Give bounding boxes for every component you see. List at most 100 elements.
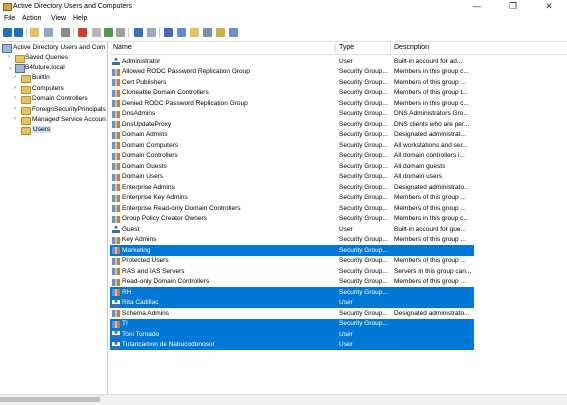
table-row[interactable]: DnsUpdateProxy Security Group... DNS clien… bbox=[110, 119, 474, 130]
row-type: Security Group... bbox=[339, 131, 388, 138]
table-row[interactable]: Protected Users Security Group... Members … bbox=[110, 256, 474, 267]
row-name: Marketing bbox=[122, 246, 151, 254]
table-row[interactable]: Key Admins Security Group... Members of th… bbox=[110, 235, 474, 246]
expand-arrow-icon[interactable]: › bbox=[14, 74, 16, 80]
refresh-icon[interactable] bbox=[104, 28, 113, 37]
menu-view[interactable]: View bbox=[51, 15, 66, 22]
menu-file[interactable]: File bbox=[4, 15, 15, 22]
back-icon[interactable] bbox=[3, 28, 12, 37]
forward-icon[interactable] bbox=[14, 28, 23, 37]
close-button[interactable]: ✕ bbox=[531, 0, 567, 14]
row-type: Security Group... bbox=[339, 152, 388, 159]
row-type: Security Group... bbox=[339, 89, 388, 96]
table-row[interactable]: Administrator User Built-in account for ad… bbox=[110, 56, 474, 67]
row-name: Cloneable Domain Controllers bbox=[122, 89, 209, 96]
group-icon bbox=[112, 257, 120, 265]
folder-icon bbox=[21, 127, 31, 135]
minimize-button[interactable]: — bbox=[459, 0, 495, 14]
maximize-button[interactable]: ❐ bbox=[495, 0, 531, 14]
row-description: Built-in account for ad... bbox=[394, 57, 463, 65]
column-header-description[interactable]: Description bbox=[394, 44, 429, 51]
menu-action[interactable]: Action bbox=[22, 15, 41, 22]
table-row[interactable]: Toni Tornado User bbox=[110, 329, 474, 340]
list-header: Name Type Description bbox=[110, 42, 567, 55]
menu-help[interactable]: Help bbox=[73, 15, 87, 22]
table-row[interactable]: Domain Controllers Security Group... All d… bbox=[110, 151, 474, 162]
table-row[interactable]: Domain Computers Security Group... All wor… bbox=[110, 140, 474, 151]
table-row[interactable]: Guest User Built-in account for gue... bbox=[110, 224, 474, 235]
table-row[interactable]: Cloneable Domain Controllers Security Gro… bbox=[110, 88, 474, 99]
export-icon[interactable] bbox=[116, 28, 125, 37]
show-tree-icon[interactable] bbox=[44, 28, 53, 37]
table-row[interactable]: RH Security Group... bbox=[110, 287, 474, 298]
up-folder-icon[interactable] bbox=[30, 28, 39, 37]
table-row[interactable]: Allowed RODC Password Replication Group S… bbox=[110, 67, 474, 78]
user-icon bbox=[112, 341, 120, 349]
table-row[interactable]: Cert Publishers Security Group... Members … bbox=[110, 77, 474, 88]
expand-arrow-icon[interactable]: › bbox=[8, 54, 10, 60]
row-name: TI bbox=[122, 320, 128, 327]
group-icon bbox=[112, 310, 120, 317]
scrollbar-thumb[interactable] bbox=[0, 397, 100, 402]
filter-icon[interactable] bbox=[203, 28, 212, 37]
table-row[interactable]: Rita Cadillac User bbox=[110, 297, 474, 308]
horizontal-scrollbar[interactable] bbox=[0, 394, 567, 405]
help-icon[interactable] bbox=[134, 28, 143, 37]
row-description: DNS Administrators Gro... bbox=[394, 110, 469, 117]
row-description: Members of this group ... bbox=[394, 78, 466, 86]
row-name: Rita Cadillac bbox=[122, 299, 159, 306]
delete-icon[interactable] bbox=[78, 28, 87, 37]
row-type: User bbox=[339, 225, 353, 233]
table-row[interactable]: Group Policy Creator Owners Security Grou… bbox=[110, 214, 474, 225]
add-to-group-icon[interactable] bbox=[229, 28, 238, 37]
tree-item-label: B4future.local bbox=[25, 64, 65, 71]
window-title: Active Directory Users and Computers bbox=[13, 3, 133, 10]
table-row[interactable]: RAS and IAS Servers Security Group... Serv… bbox=[110, 266, 474, 277]
table-row[interactable]: Domain Guests Security Group... All domain… bbox=[110, 161, 474, 172]
table-row[interactable]: Marketing Security Group... bbox=[110, 245, 474, 256]
row-type: User bbox=[339, 299, 353, 306]
tree-item-label: Users bbox=[32, 126, 51, 133]
row-type: Security Group... bbox=[339, 309, 388, 317]
user-icon bbox=[112, 299, 120, 307]
console-icon[interactable] bbox=[147, 28, 156, 37]
add-group-icon[interactable] bbox=[177, 28, 186, 37]
table-row[interactable]: Enterprise Key Admins Security Group... Me… bbox=[110, 193, 474, 204]
expand-arrow-icon[interactable]: › bbox=[14, 106, 16, 112]
expand-arrow-icon[interactable]: › bbox=[14, 95, 16, 101]
table-row[interactable]: Tutancamon de Nabucodonosor User bbox=[110, 339, 474, 350]
table-row[interactable]: DnsAdmins Security Group... DNS Administra… bbox=[110, 109, 474, 120]
row-description: All workstations and ser... bbox=[394, 141, 468, 149]
find-icon[interactable] bbox=[216, 28, 225, 37]
column-header-type[interactable]: Type bbox=[339, 44, 354, 51]
row-name: Guest bbox=[122, 225, 140, 233]
table-row[interactable]: Enterprise Read-only Domain Controllers S… bbox=[110, 203, 474, 214]
group-icon bbox=[112, 205, 120, 212]
toolbar-separator bbox=[128, 28, 129, 38]
row-type: Security Group... bbox=[339, 173, 388, 180]
row-type: Security Group... bbox=[339, 110, 388, 117]
properties-icon[interactable] bbox=[92, 28, 101, 37]
add-ou-icon[interactable] bbox=[190, 28, 199, 37]
row-name: Allowed RODC Password Replication Group bbox=[122, 68, 250, 75]
collapse-arrow-icon[interactable]: ⌄ bbox=[8, 64, 13, 71]
cut-icon[interactable] bbox=[61, 28, 70, 37]
table-row[interactable]: Read-only Domain Controllers Security Gro… bbox=[110, 277, 474, 288]
expand-arrow-icon[interactable]: › bbox=[14, 116, 16, 122]
column-divider[interactable] bbox=[390, 43, 391, 53]
table-row[interactable]: Domain Users Security Group... All domain … bbox=[110, 172, 474, 183]
tree-item-label: Managed Service Accoun bbox=[32, 116, 106, 123]
column-header-name[interactable]: Name bbox=[113, 44, 132, 51]
row-name: Domain Guests bbox=[122, 162, 167, 170]
table-row[interactable]: Schema Admins Security Group... Designated… bbox=[110, 308, 474, 319]
row-type: User bbox=[339, 57, 353, 65]
add-user-icon[interactable] bbox=[164, 28, 173, 37]
table-row[interactable]: Denied RODC Password Replication Group Se… bbox=[110, 98, 474, 109]
expand-arrow-icon[interactable]: › bbox=[14, 85, 16, 91]
table-row[interactable]: Domain Admins Security Group... Designated… bbox=[110, 130, 474, 141]
table-row[interactable]: TI Security Group... bbox=[110, 318, 474, 329]
column-divider[interactable] bbox=[335, 43, 336, 53]
row-type: Security Group... bbox=[339, 68, 388, 75]
row-type: Security Group... bbox=[339, 194, 388, 201]
table-row[interactable]: Enterprise Admins Security Group... Design… bbox=[110, 182, 474, 193]
